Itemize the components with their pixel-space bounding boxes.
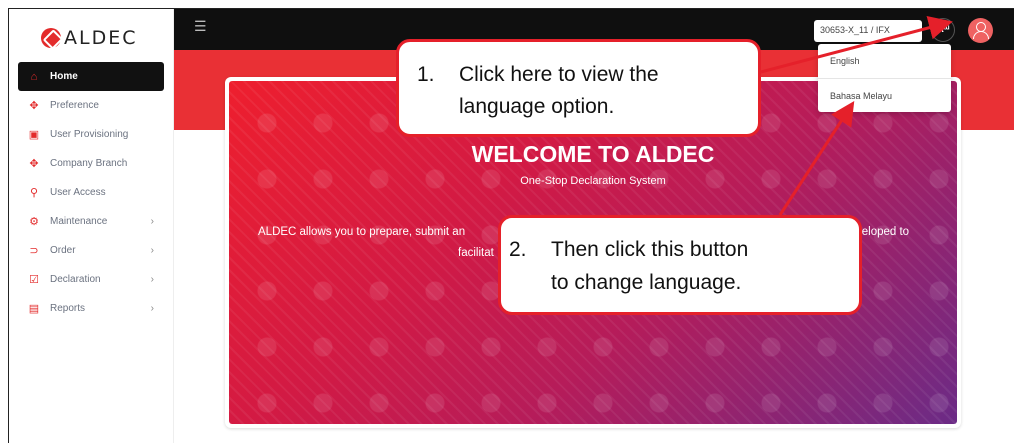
chevron-right-icon: ›: [150, 216, 154, 227]
callout-step-1: 1. Click here to view the language option…: [396, 39, 761, 137]
sidebar-item-preference[interactable]: ✥ Preference: [9, 91, 174, 120]
aldec-logo-icon: [41, 28, 61, 48]
chevron-down-icon: ⌄: [908, 25, 916, 35]
callout-step-2-number: 2.: [509, 238, 527, 261]
chevron-right-icon: ›: [150, 303, 154, 314]
sidebar-item-declaration[interactable]: ☑ Declaration ›: [9, 265, 174, 294]
description-line2-start: facilitat: [458, 247, 494, 259]
sidebar-item-order[interactable]: ⊃ Order ›: [9, 236, 174, 265]
sidebar-item-maintenance[interactable]: ⚙ Maintenance ›: [9, 207, 174, 236]
sidebar: ALDEC ⌂ Home ✥ Preference ▣ User Provisioning…: [9, 9, 174, 443]
callout-step-1-line1: Click here to view the: [459, 63, 659, 86]
user-avatar[interactable]: [968, 18, 993, 43]
screen: ALDEC ⌂ Home ✥ Preference ▣ User Provisioning…: [0, 0, 1014, 443]
sidebar-item-label: Company Branch: [50, 158, 128, 169]
sidebar-item-user-access[interactable]: ⚲ User Access: [9, 178, 174, 207]
sidebar-item-label: Maintenance: [50, 216, 108, 227]
description-line1-end: veloped to: [856, 226, 910, 238]
sidebar-item-label: User Provisioning: [50, 129, 129, 140]
sidebar-item-user-provisioning[interactable]: ▣ User Provisioning: [9, 120, 174, 149]
chevron-right-icon: ›: [150, 274, 154, 285]
welcome-subtitle: One-Stop Declaration System: [520, 175, 666, 187]
language-option-english[interactable]: English: [818, 44, 951, 78]
sidebar-item-label: Home: [50, 71, 78, 82]
company-select[interactable]: 30653-X_11 / IFX ⌄: [814, 20, 922, 42]
sidebar-item-label: Preference: [50, 100, 99, 111]
description-line1-start: ALDEC allows you to prepare, submit an: [258, 226, 466, 238]
language-button[interactable]: Aᵚ: [931, 18, 955, 42]
preference-icon: ✥: [29, 100, 39, 112]
order-icon: ⊃: [29, 245, 39, 257]
chevron-right-icon: ›: [150, 245, 154, 256]
sidebar-nav: ⌂ Home ✥ Preference ▣ User Provisioning ✥ Compa…: [9, 62, 174, 323]
callout-step-2-line1: Then click this button: [551, 238, 749, 261]
callout-step-2: 2. Then click this button to change langu…: [498, 215, 862, 315]
language-dropdown: English Bahasa Melayu: [818, 44, 951, 112]
company-branch-icon: ✥: [29, 158, 39, 170]
callout-step-2-line2: to change language.: [551, 271, 742, 294]
sidebar-item-label: Declaration: [50, 274, 101, 285]
maintenance-icon: ⚙: [29, 216, 39, 228]
callout-step-1-line2: language option.: [459, 95, 615, 118]
reports-icon: ▤: [28, 303, 40, 315]
sidebar-item-label: User Access: [50, 187, 106, 198]
declaration-icon: ☑: [29, 274, 39, 286]
logo-text: ALDEC: [64, 27, 138, 49]
user-access-icon: ⚲: [29, 187, 39, 199]
company-select-value: 30653-X_11 / IFX: [820, 25, 890, 35]
user-provisioning-icon: ▣: [28, 129, 40, 141]
sidebar-item-reports[interactable]: ▤ Reports ›: [9, 294, 174, 323]
sidebar-item-label: Reports: [50, 303, 86, 314]
app-logo[interactable]: ALDEC: [41, 27, 138, 49]
sidebar-item-label: Order: [50, 245, 76, 256]
language-option-bahasa-melayu[interactable]: Bahasa Melayu: [818, 78, 951, 112]
sidebar-item-home[interactable]: ⌂ Home: [18, 62, 164, 91]
callout-step-1-number: 1.: [417, 63, 435, 86]
welcome-title: WELCOME TO ALDEC: [471, 141, 715, 167]
sidebar-item-company-branch[interactable]: ✥ Company Branch: [9, 149, 174, 178]
home-icon: ⌂: [30, 70, 38, 83]
hamburger-menu-icon[interactable]: ☰: [194, 18, 207, 35]
